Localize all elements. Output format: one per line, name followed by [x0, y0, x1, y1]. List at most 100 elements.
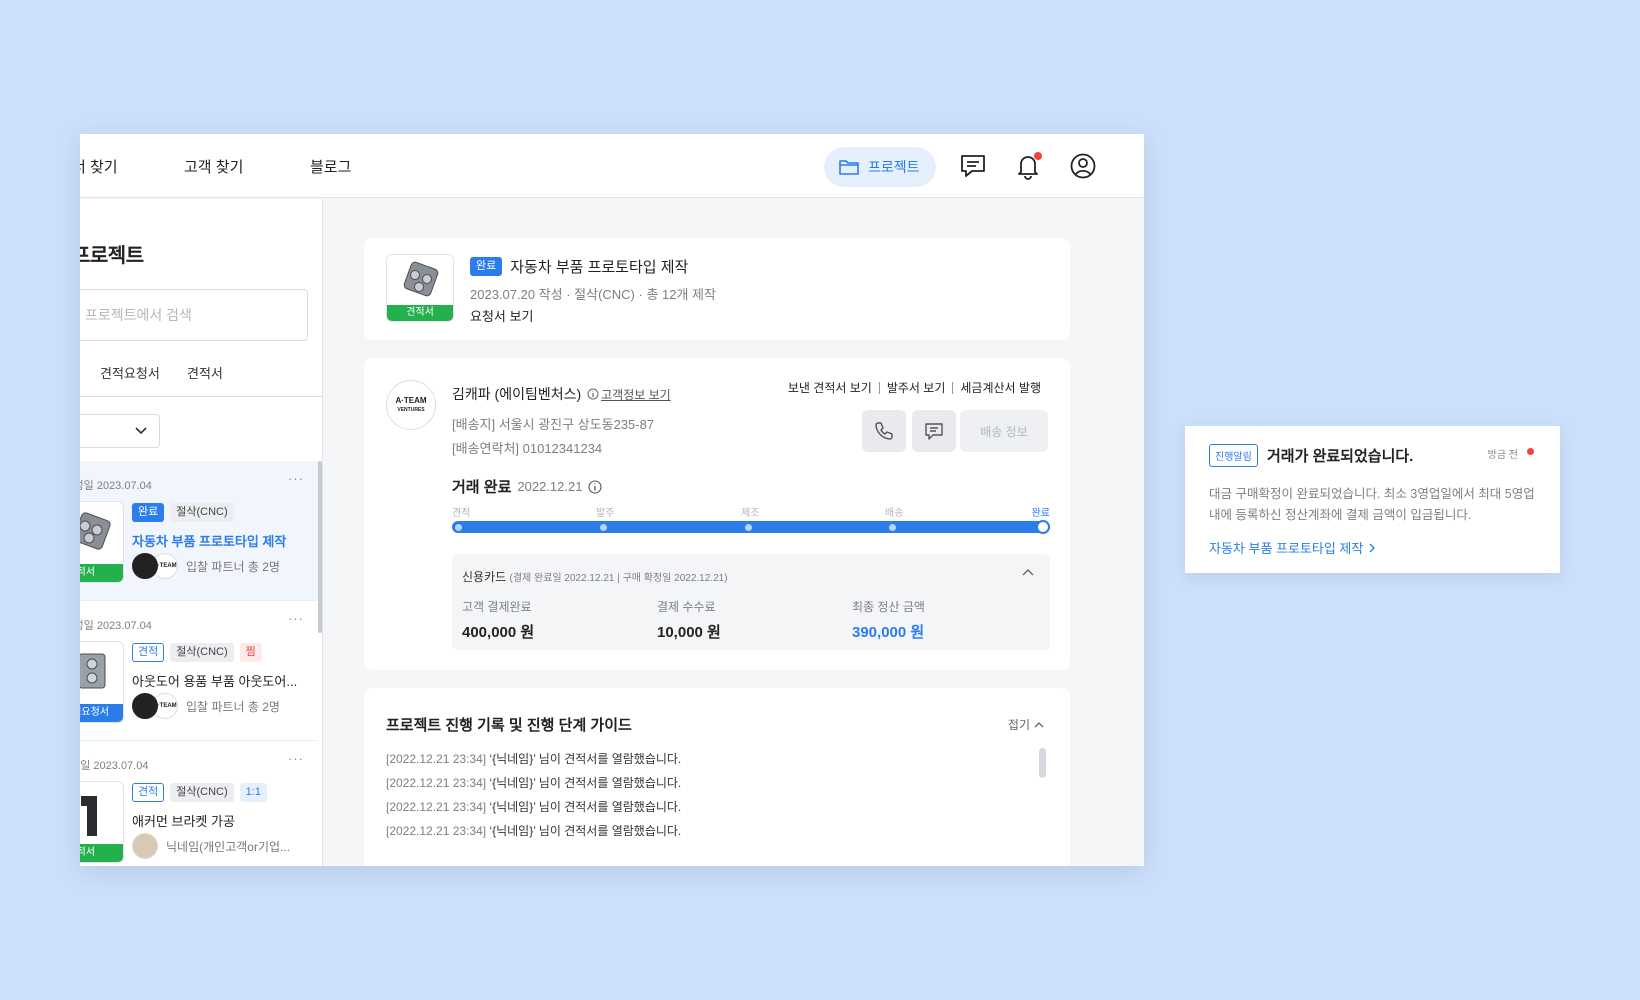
- card-ribbon: 견적서: [80, 564, 123, 582]
- status-badge: 완료: [132, 503, 165, 522]
- partner-count: 입찰 파트너 총 2명: [186, 559, 280, 574]
- sidebar-scrollbar[interactable]: [318, 461, 322, 633]
- status-badge: 견적: [132, 643, 165, 662]
- nav-blog[interactable]: 블로그: [310, 156, 351, 177]
- payment-detail: (결제 완료일 2022.12.21 | 구매 확정일 2022.12.21): [509, 573, 728, 584]
- more-options-icon[interactable]: ···: [288, 611, 304, 626]
- avatar: [132, 833, 158, 859]
- card-date: 견적서 작성일 2023.07.04: [80, 620, 152, 632]
- payment-label: 결제 수수료: [657, 600, 716, 614]
- project-summary-panel: 견적서 완료 자동차 부품 프로토타입 제작 2023.07.20 작성 · 절…: [364, 238, 1070, 340]
- project-title: 자동차 부품 프로토타입 제작: [510, 259, 689, 276]
- folder-icon: [839, 160, 859, 175]
- bookmark-badge: 찜: [239, 643, 262, 662]
- info-icon: [587, 388, 599, 400]
- tax-invoice-link[interactable]: 세금계산서 발행: [952, 382, 1048, 394]
- card-date: 견적서 작성일 2023.07.04: [80, 480, 152, 492]
- tab-quote-request[interactable]: 견적요청서: [100, 363, 160, 382]
- card-tags: 완료 절삭(CNC): [132, 503, 234, 522]
- log-timestamp: [2022.12.21 23:34]: [386, 776, 487, 790]
- partner-name: 닉네임(개인고객or기업...: [166, 839, 291, 854]
- status-badge: 완료: [470, 257, 503, 276]
- nav-find-partner[interactable]: 너 찾기: [80, 156, 118, 177]
- card-ribbon: 견적서: [80, 844, 123, 862]
- payment-value: 400,000 원: [462, 624, 535, 641]
- notification-project-link[interactable]: 자동차 부품 프로토타입 제작: [1209, 538, 1376, 557]
- step-label: 발주: [596, 508, 615, 519]
- card-tags: 견적 절삭(CNC) 찜: [132, 643, 262, 662]
- nav-find-customer[interactable]: 고객 찾기: [184, 156, 243, 177]
- card-partners: 닉네임(개인고객or기업...: [132, 833, 290, 859]
- payment-value: 10,000 원: [657, 624, 721, 641]
- card-title: 자동차 부품 프로토타입 제작: [132, 534, 287, 549]
- user-profile-icon[interactable]: [1068, 151, 1098, 181]
- log-text: ‘{닉네임}’ 님이 견적서를 열람했습니다.: [486, 800, 682, 814]
- filter-select[interactable]: [80, 414, 160, 448]
- card-thumbnail: 견적서: [80, 781, 124, 863]
- notification-toast[interactable]: 진행알림 거래가 완료되었습니다. 방금 전 대금 구매확정이 완료되었습니다.…: [1185, 426, 1560, 573]
- step-label: 배송: [885, 508, 904, 519]
- chat-icon: [925, 423, 943, 440]
- project-card[interactable]: 작성일 2023.07.04 ··· 견적서 견적 절삭(CNC) 1:1 애커…: [80, 741, 318, 866]
- project-search-input[interactable]: 프로젝트에서 검색: [80, 289, 308, 341]
- log-entry: [2022.12.21 23:34] ‘{닉네임}’ 님이 견적서를 열람했습니…: [386, 822, 681, 839]
- more-options-icon[interactable]: ···: [288, 471, 304, 486]
- message-button[interactable]: [912, 410, 956, 452]
- info-icon[interactable]: [588, 479, 603, 494]
- payment-column: 최종 정산 금액 390,000 원: [852, 598, 925, 642]
- phone-icon: [875, 422, 893, 440]
- notification-time: 방금 전: [1487, 450, 1518, 461]
- project-title-row: 완료 자동차 부품 프로토타입 제작: [470, 256, 688, 277]
- sent-quote-link[interactable]: 보낸 견적서 보기: [781, 382, 879, 394]
- tab-quote[interactable]: 견적서: [187, 363, 223, 382]
- log-entry: [2022.12.21 23:34] ‘{닉네임}’ 님이 견적서를 열람했습니…: [386, 798, 681, 815]
- fold-label: 접기: [1007, 718, 1030, 732]
- notification-badge: 진행알림: [1209, 444, 1258, 467]
- deal-status-row: 거래 완료 2022.12.21: [452, 476, 603, 497]
- payment-column: 결제 수수료 10,000 원: [657, 598, 721, 642]
- shipping-contact: [배송연락처] 01012341234: [452, 441, 603, 456]
- call-button[interactable]: [862, 410, 906, 452]
- more-options-icon[interactable]: ···: [288, 751, 304, 766]
- view-request-link[interactable]: 요청서 보기: [470, 306, 533, 325]
- chevron-up-icon[interactable]: [1022, 568, 1034, 576]
- notification-dot: [1034, 152, 1042, 160]
- project-card[interactable]: 견적서 작성일 2023.07.04 ··· 견적요청서 견적 절삭(CNC) …: [80, 601, 318, 741]
- log-scrollbar[interactable]: [1039, 748, 1046, 778]
- notification-link-label: 자동차 부품 프로토타입 제작: [1209, 541, 1364, 556]
- notification-body: 대금 구매확정이 완료되었습니다. 최소 3영업일에서 최대 5영업 내에 등록…: [1209, 487, 1535, 522]
- payment-column: 고객 결제완료 400,000 원: [462, 598, 534, 642]
- deal-date: 2022.12.21: [517, 479, 583, 494]
- progress-dot: [745, 524, 752, 531]
- log-timestamp: [2022.12.21 23:34]: [386, 800, 487, 814]
- card-date: 작성일 2023.07.04: [80, 760, 149, 772]
- log-title: 프로젝트 진행 기록 및 진행 단계 가이드: [386, 717, 632, 734]
- card-title: 애커먼 브라켓 가공: [132, 814, 235, 829]
- step-label: 견적: [452, 508, 471, 519]
- logo-subtext: VENTURES: [397, 406, 425, 413]
- one-on-one-badge: 1:1: [239, 783, 267, 802]
- progress-dot: [600, 524, 607, 531]
- document-links: 보낸 견적서 보기 발주서 보기 세금계산서 발행: [781, 382, 1048, 394]
- progress-dot: [889, 524, 896, 531]
- customer-info-link[interactable]: 고객정보 보기: [601, 386, 671, 403]
- payment-method-row: 신용카드 (결제 완료일 2022.12.21 | 구매 확정일 2022.12…: [462, 568, 728, 585]
- customer-name: 김캐파 (에이팀벤처스): [452, 386, 582, 402]
- purchase-order-link[interactable]: 발주서 보기: [878, 382, 953, 394]
- final-settlement-value: 390,000 원: [852, 624, 925, 641]
- shipping-info-button[interactable]: 배송 정보: [960, 410, 1048, 452]
- avatar: [132, 553, 158, 579]
- app-window: 너 찾기 고객 찾기 블로그 프로젝트 프로젝트 프로젝트에서 검색 견적요청서…: [80, 134, 1144, 866]
- card-title: 아웃도어 용품 부품 아웃도어...: [132, 674, 298, 689]
- project-sidebar: 프로젝트 프로젝트에서 검색 견적요청서 견적서 견적서 작성일 2023.07…: [80, 199, 323, 866]
- customer-name-row: 김캐파 (에이팀벤처스) 고객정보 보기: [452, 384, 671, 404]
- project-card[interactable]: 견적서 작성일 2023.07.04 ··· 견적서 완료 절삭(CNC) 자동…: [80, 461, 318, 601]
- log-timestamp: [2022.12.21 23:34]: [386, 824, 487, 838]
- chat-icon[interactable]: [958, 151, 988, 181]
- fold-button[interactable]: 접기: [1008, 716, 1044, 733]
- log-entry: [2022.12.21 23:34] ‘{닉네임}’ 님이 견적서를 열람했습니…: [386, 774, 681, 791]
- project-nav-button[interactable]: 프로젝트: [824, 147, 936, 187]
- project-thumbnail: 견적서: [386, 254, 454, 322]
- category-badge: 절삭(CNC): [170, 783, 234, 802]
- log-text: ‘{닉네임}’ 님이 견적서를 열람했습니다.: [486, 824, 682, 838]
